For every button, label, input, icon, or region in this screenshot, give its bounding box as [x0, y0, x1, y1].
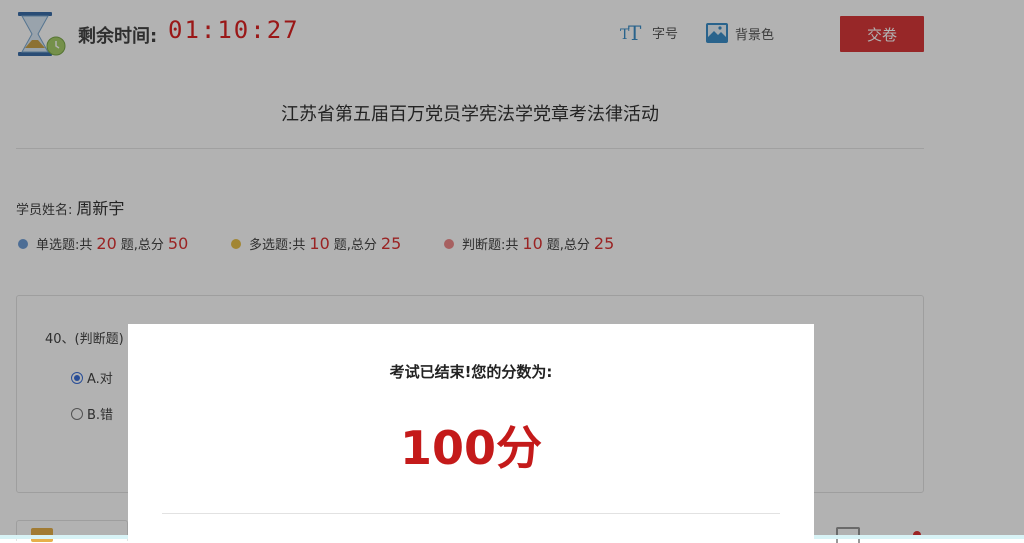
- dialog-divider: [162, 513, 780, 514]
- result-score: 100分: [399, 421, 543, 475]
- result-dialog: 考试已结束!您的分数为: 100分: [128, 324, 814, 539]
- exam-page: 剩余时间: 01:10:27 T T 字号 背景色 交卷 江苏省第五届百万党员学…: [0, 0, 1024, 543]
- result-message: 考试已结束!您的分数为:: [389, 363, 553, 381]
